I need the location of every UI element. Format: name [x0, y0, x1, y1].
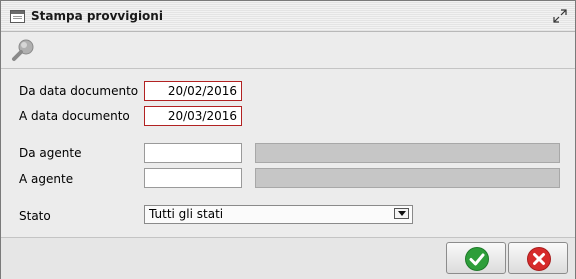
- button-bar: [1, 237, 575, 279]
- a-agente-description: [255, 168, 560, 188]
- a-agente-label: A agente: [19, 172, 74, 186]
- dialog-window: Stampa provvigioni Da data documento 20/…: [0, 0, 576, 279]
- a-agente-field[interactable]: [144, 168, 242, 188]
- da-data-documento-label: Da data documento: [19, 84, 139, 98]
- check-icon: [465, 247, 489, 271]
- a-data-documento-field[interactable]: 20/03/2016: [144, 106, 242, 126]
- restore-icon[interactable]: [553, 9, 567, 23]
- da-agente-description: [255, 143, 560, 163]
- stato-label: Stato: [19, 209, 51, 223]
- window-icon: [10, 10, 25, 23]
- chevron-down-icon[interactable]: [394, 208, 409, 219]
- a-data-documento-label: A data documento: [19, 109, 130, 123]
- confirm-button[interactable]: [446, 242, 506, 274]
- magnifier-icon[interactable]: [11, 37, 37, 63]
- stato-selected-value: Tutti gli stati: [149, 207, 224, 221]
- da-agente-label: Da agente: [19, 146, 82, 160]
- toolbar: [1, 32, 575, 69]
- title-bar[interactable]: Stampa provvigioni: [1, 1, 575, 32]
- close-icon: [527, 247, 551, 271]
- stato-select[interactable]: Tutti gli stati: [144, 205, 413, 224]
- cancel-button[interactable]: [508, 242, 568, 274]
- window-title: Stampa provvigioni: [31, 9, 163, 23]
- filter-form: Da data documento 20/02/2016 A data docu…: [1, 69, 575, 237]
- da-agente-field[interactable]: [144, 143, 242, 163]
- da-data-documento-field[interactable]: 20/02/2016: [144, 81, 242, 101]
